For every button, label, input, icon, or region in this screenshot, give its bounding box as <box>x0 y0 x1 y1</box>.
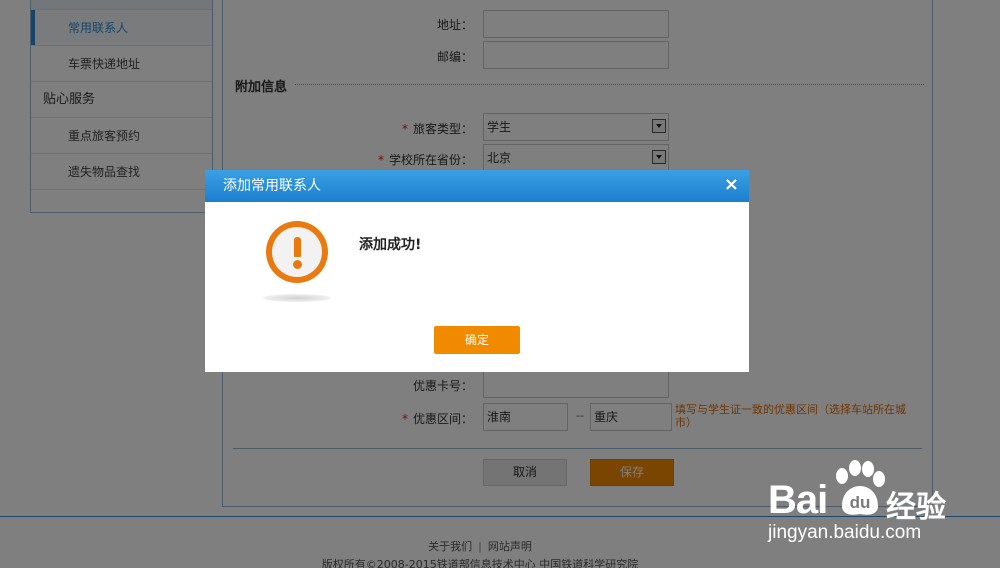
watermark-url: jingyan.baidu.com <box>768 522 922 543</box>
exclamation-dot <box>293 260 302 269</box>
exclamation-bar <box>294 237 301 257</box>
success-dialog: 添加常用联系人 × 添加成功! 确定 <box>205 170 749 372</box>
dialog-title: 添加常用联系人 <box>223 178 321 194</box>
exclamation-icon-inner <box>272 227 322 277</box>
exclamation-icon <box>266 221 328 283</box>
icon-shadow <box>263 294 331 302</box>
baidu-jingyan-watermark: Bai du 经验 jingyan.baidu.com <box>768 456 978 548</box>
ok-button[interactable]: 确定 <box>434 326 520 354</box>
close-icon[interactable]: × <box>724 170 739 200</box>
watermark-suffix: 经验 <box>886 490 946 525</box>
dialog-header: 添加常用联系人 × <box>205 170 749 202</box>
paw-logo-icon: du <box>836 460 885 515</box>
svg-text:du: du <box>850 493 871 512</box>
watermark-brand: Bai <box>768 478 828 522</box>
dialog-message: 添加成功! <box>359 237 422 253</box>
